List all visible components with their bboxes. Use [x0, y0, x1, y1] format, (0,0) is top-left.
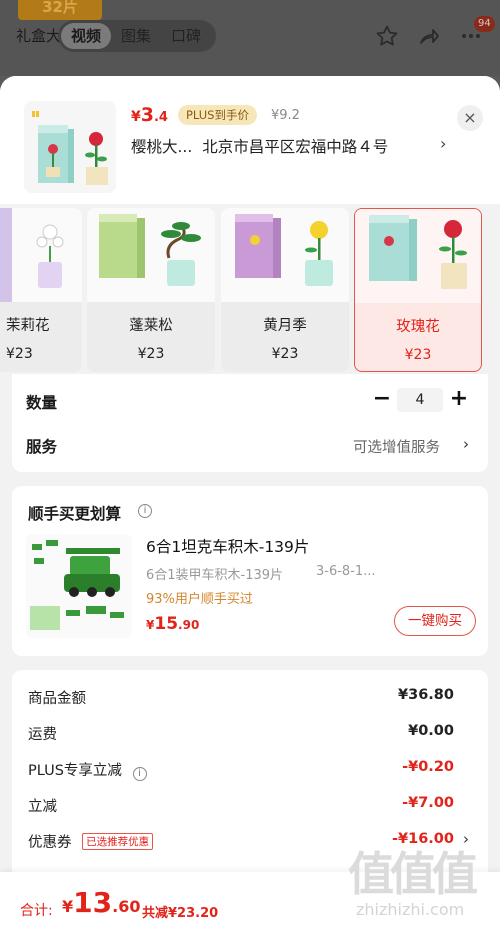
close-button[interactable]: × [457, 105, 483, 131]
variant-card-jasmine[interactable]: 茉莉花 ¥23 [0, 208, 82, 372]
bundle-product-image [26, 534, 132, 638]
one-click-buy-button[interactable]: 一键购买 [394, 606, 476, 636]
shipping-label: 运费 [28, 727, 57, 743]
coupon-label: 优惠券 [28, 835, 72, 851]
bundle-price: ¥15.90 [146, 614, 199, 634]
plus-info-icon[interactable]: i [132, 767, 147, 781]
tab-video[interactable]: 视频 [61, 23, 112, 49]
variant-list: 茉莉花 ¥23 蓬莱松 ¥23 黄月季 ¥23 玫瑰花 ¥23 [0, 204, 500, 374]
star-icon[interactable] [374, 24, 400, 50]
variant-image [87, 208, 215, 302]
total-price: ¥13.60 [62, 886, 140, 919]
variant-name: 黄月季 [263, 318, 307, 334]
address-text: 北京市昌平区宏福中路４号 [202, 138, 389, 156]
cart-count-badge: 94 [474, 16, 495, 32]
instant-discount-value: -¥7.00 [402, 795, 454, 811]
variant-price: ¥23 [6, 346, 33, 362]
variant-price: ¥23 [404, 347, 432, 363]
bundle-age: 3-6-8-1... [316, 564, 376, 579]
bundle-product-name[interactable]: 6合1坦克车积木-139片 [146, 535, 309, 557]
bundle-price-integer: 15 [154, 614, 179, 634]
goods-amount-value: ¥36.80 [398, 687, 454, 703]
plus-discount-value: -¥0.20 [402, 759, 454, 775]
service-label: 服务 [26, 438, 58, 456]
bundle-social-proof: 93%用户顺手买过 [146, 592, 253, 607]
quantity-minus-button[interactable]: − [371, 386, 393, 411]
plus-price: ¥9.2 [270, 108, 300, 123]
tab-gallery[interactable]: 图集 [111, 23, 161, 49]
delivery-address[interactable]: 樱桃大... 北京市昌平区宏福中路４号 [131, 135, 461, 157]
bundle-card: 顺手买更划算 i 6合1坦克车积木-139片 6合1装甲车积木-139片 3-6… [12, 486, 488, 656]
plus-discount-row: PLUS专享立减 i -¥0.20 [28, 759, 454, 781]
goods-amount-row: 商品金额 ¥36.80 [28, 687, 454, 708]
tab-reviews[interactable]: 口碑 [161, 23, 211, 49]
shipping-value: ¥0.00 [408, 723, 454, 739]
plus-price-tag: PLUS到手价 [177, 105, 257, 125]
service-chevron-icon[interactable]: › [463, 435, 469, 453]
variant-price: ¥23 [271, 346, 299, 362]
variant-name: 玫瑰花 [396, 319, 440, 335]
piece-count-badge: 32片 [18, 0, 102, 20]
total-label: 合计: [20, 903, 53, 919]
plus-discount-label: PLUS专享立减 [28, 763, 122, 779]
total-integer: 13 [73, 886, 113, 919]
recipient-name: 樱桃大... [131, 138, 193, 156]
total-decimal: .60 [112, 897, 141, 916]
site-watermark: 值值值 zhizhizhi.com [346, 838, 496, 924]
variant-price: ¥23 [137, 346, 165, 362]
variant-name: 茉莉花 [6, 318, 50, 334]
watermark-url: zhizhizhi.com [356, 900, 465, 919]
product-thumbnail [24, 101, 116, 193]
bundle-price-decimal: .90 [178, 618, 200, 632]
bundle-spec[interactable]: 6合1装甲车积木-139片 [146, 564, 283, 583]
price-decimal: .4 [153, 110, 168, 125]
variant-name: 蓬莱松 [129, 318, 173, 334]
price-row: ¥ 3 .4 PLUS到手价 ¥9.2 [131, 104, 300, 127]
sku-sheet: ¥ 3 .4 PLUS到手价 ¥9.2 × 樱桃大... 北京市昌平区宏福中路４… [0, 76, 500, 925]
info-icon[interactable]: i [138, 504, 152, 518]
instant-discount-label: 立减 [28, 799, 57, 815]
goods-amount-label: 商品金额 [28, 691, 86, 707]
quantity-service-card: 数量 − 4 + 服务 可选增值服务 › [12, 374, 488, 472]
price-integer: 3 [140, 104, 154, 126]
variant-card-rose[interactable]: 玫瑰花 ¥23 [354, 208, 482, 372]
service-value[interactable]: 可选增值服务 [353, 436, 440, 457]
quantity-input[interactable]: 4 [397, 388, 443, 412]
coupon-tag: 已选推荐优惠 [82, 833, 154, 850]
video-top-bar: 32片 礼盒大 视频 图集 口碑 94 [0, 0, 500, 76]
variant-card-yellow-rose[interactable]: 黄月季 ¥23 [221, 208, 349, 372]
variant-card-penglai-pine[interactable]: 蓬莱松 ¥23 [87, 208, 215, 372]
total-currency: ¥ [62, 897, 74, 916]
sheet-header: ¥ 3 .4 PLUS到手价 ¥9.2 × 樱桃大... 北京市昌平区宏福中路４… [0, 76, 500, 204]
price-currency: ¥ [131, 109, 141, 125]
quantity-plus-button[interactable]: + [448, 386, 470, 411]
share-icon[interactable] [416, 24, 442, 50]
shipping-row: 运费 ¥0.00 [28, 723, 454, 744]
variant-image [221, 208, 349, 302]
variant-image [355, 209, 481, 303]
media-tabs: 视频 图集 口碑 [58, 20, 216, 52]
total-saved: 共减¥23.20 [142, 906, 219, 921]
address-chevron-icon[interactable]: › [440, 134, 446, 153]
title-fragment: 礼盒大 [16, 27, 62, 45]
instant-discount-row: 立减 -¥7.00 [28, 795, 454, 816]
watermark-glyphs: 值值值 [348, 847, 478, 901]
variant-image [0, 208, 82, 302]
bundle-title: 顺手买更划算 [28, 505, 122, 523]
quantity-label: 数量 [26, 394, 58, 412]
